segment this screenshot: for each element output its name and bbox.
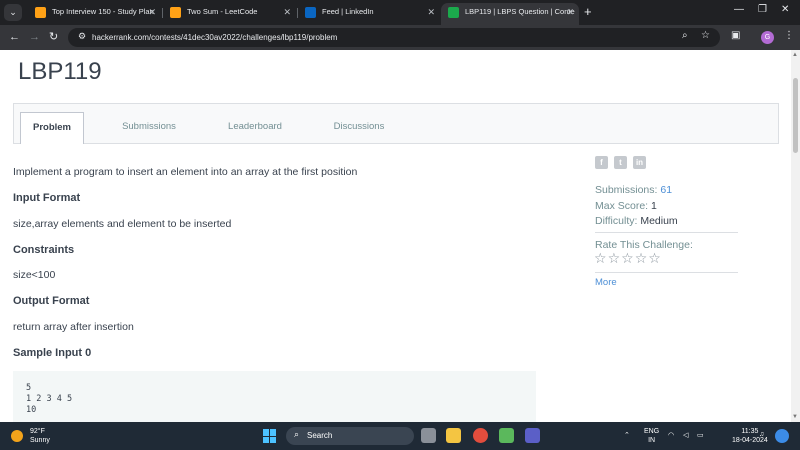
- star-icon[interactable]: ☆: [608, 250, 622, 266]
- windows-taskbar: 92°F Sunny ⌕ Search ⌃ ENG IN ◠ ◁ ▭ 11:35…: [0, 422, 800, 450]
- weather-widget[interactable]: 92°F Sunny: [30, 427, 50, 445]
- notification-bell-icon[interactable]: ♫: [759, 430, 764, 439]
- more-link[interactable]: More: [595, 277, 617, 288]
- problem-statement: Implement a program to insert an element…: [13, 166, 358, 178]
- forward-arrow-icon[interactable]: →: [29, 29, 40, 45]
- weather-condition-text: Sunny: [30, 437, 50, 444]
- tab-title: Two Sum - LeetCode: [187, 7, 258, 16]
- close-tab-icon[interactable]: ✕: [148, 3, 156, 21]
- star-icon[interactable]: ☆: [635, 250, 649, 266]
- input-format-text: size,array elements and element to be in…: [13, 218, 232, 230]
- language-text: ENG: [644, 428, 660, 435]
- star-icon[interactable]: ☆: [594, 250, 608, 266]
- output-format-text: return array after insertion: [13, 321, 134, 333]
- sample-input-code: 5 1 2 3 4 5 10: [26, 383, 73, 415]
- scroll-thumb[interactable]: [793, 78, 798, 153]
- search-icon: ⌕: [294, 429, 300, 439]
- url-text[interactable]: hackerrank.com/contests/41dec30av2022/ch…: [92, 31, 337, 44]
- page-scrollbar[interactable]: ▲ ▼: [791, 50, 800, 422]
- challenge-title: LBP119: [18, 58, 102, 85]
- teams-icon[interactable]: [525, 428, 540, 443]
- new-tab-button[interactable]: +: [584, 3, 592, 21]
- store-app-icon[interactable]: [499, 428, 514, 443]
- search-label: Search: [307, 431, 333, 440]
- difficulty-stat: Difficulty: Medium: [595, 215, 678, 227]
- browser-tab-study-plan[interactable]: Top Interview 150 - Study Plan ✕: [28, 3, 161, 25]
- close-tab-icon[interactable]: ✕: [566, 3, 574, 21]
- browser-tab-two-sum[interactable]: Two Sum - LeetCode ✕: [163, 3, 296, 25]
- tab-title: Top Interview 150 - Study Plan: [52, 7, 154, 16]
- facebook-icon[interactable]: f: [595, 156, 608, 169]
- max-score-value: 1: [651, 200, 657, 212]
- tab-leaderboard[interactable]: Leaderboard: [216, 112, 294, 144]
- browser-tab-strip: ⌄ Top Interview 150 - Study Plan ✕ Two S…: [0, 0, 800, 25]
- sun-weather-icon[interactable]: [11, 430, 23, 442]
- language-indicator[interactable]: ENG IN: [644, 427, 659, 445]
- zoom-search-icon[interactable]: ⌕: [682, 30, 688, 41]
- file-explorer-icon[interactable]: [446, 428, 461, 443]
- linkedin-icon[interactable]: in: [633, 156, 646, 169]
- browser-toolbar: ← → ↻ ⚙ hackerrank.com/contests/41dec30a…: [0, 25, 800, 50]
- scroll-down-arrow-icon[interactable]: ▼: [792, 414, 798, 420]
- page-content: LBP119 Problem Submissions Leaderboard D…: [0, 50, 800, 422]
- close-window-icon[interactable]: ✕: [781, 4, 789, 15]
- copilot-icon[interactable]: [775, 429, 789, 443]
- battery-icon[interactable]: ▭: [697, 431, 704, 440]
- submissions-label: Submissions:: [595, 184, 658, 196]
- temperature-text: 92°F: [30, 428, 45, 435]
- profile-avatar[interactable]: G: [761, 31, 774, 44]
- difficulty-label: Difficulty:: [595, 215, 638, 227]
- back-arrow-icon[interactable]: ←: [9, 29, 20, 45]
- site-info-icon[interactable]: ⚙: [78, 31, 86, 42]
- task-view-icon[interactable]: [421, 428, 436, 443]
- chrome-icon[interactable]: [473, 428, 488, 443]
- restore-window-icon[interactable]: ❐: [758, 4, 767, 15]
- tab-search-button[interactable]: ⌄: [4, 4, 22, 21]
- taskbar-search[interactable]: ⌕ Search: [286, 427, 414, 445]
- submissions-count-link[interactable]: 61: [660, 184, 672, 196]
- hackerrank-favicon-icon: [448, 7, 459, 18]
- constraints-text: size<100: [13, 269, 56, 281]
- sample-input-heading: Sample Input 0: [13, 347, 92, 359]
- challenge-tabs: Problem Submissions Leaderboard Discussi…: [13, 103, 779, 144]
- submissions-stat: Submissions: 61: [595, 184, 672, 196]
- max-score-label: Max Score:: [595, 200, 649, 212]
- wifi-icon[interactable]: ◠: [668, 431, 674, 440]
- close-tab-icon[interactable]: ✕: [427, 3, 435, 21]
- constraints-heading: Constraints: [13, 244, 75, 256]
- reload-icon[interactable]: ↻: [49, 29, 58, 45]
- leetcode-favicon-icon: [35, 7, 46, 18]
- scroll-up-arrow-icon[interactable]: ▲: [792, 52, 798, 58]
- close-tab-icon[interactable]: ✕: [283, 3, 291, 21]
- sidebar-divider: [595, 232, 738, 233]
- sample-input-block: 5 1 2 3 4 5 10: [13, 371, 536, 422]
- show-hidden-icons-chevron-icon[interactable]: ⌃: [624, 431, 630, 440]
- minimize-window-icon[interactable]: —: [734, 4, 744, 15]
- twitter-icon[interactable]: t: [614, 156, 627, 169]
- tab-discussions[interactable]: Discussions: [320, 112, 398, 144]
- windows-start-icon[interactable]: [263, 429, 277, 443]
- tab-submissions[interactable]: Submissions: [110, 112, 188, 144]
- sidebar-divider: [595, 272, 738, 273]
- bookmark-star-icon[interactable]: ☆: [701, 30, 710, 41]
- menu-kebab-icon[interactable]: ⋮: [784, 30, 794, 41]
- tab-problem[interactable]: Problem: [20, 112, 84, 144]
- browser-tab-linkedin[interactable]: Feed | LinkedIn ✕: [298, 3, 440, 25]
- star-icon[interactable]: ☆: [648, 250, 662, 266]
- output-format-heading: Output Format: [13, 295, 90, 307]
- volume-icon[interactable]: ◁: [683, 431, 688, 440]
- leetcode-favicon-icon: [170, 7, 181, 18]
- address-bar[interactable]: ⚙ hackerrank.com/contests/41dec30av2022/…: [68, 28, 720, 47]
- input-format-heading: Input Format: [13, 192, 81, 204]
- extensions-icon[interactable]: ▣: [731, 30, 740, 41]
- tab-title: Feed | LinkedIn: [322, 7, 374, 16]
- browser-tab-lbp119[interactable]: LBP119 | LBPS Question | Conte ✕: [441, 3, 579, 25]
- linkedin-favicon-icon: [305, 7, 316, 18]
- difficulty-value: Medium: [640, 215, 678, 227]
- region-text: IN: [648, 437, 656, 444]
- max-score-stat: Max Score: 1: [595, 200, 657, 212]
- star-icon[interactable]: ☆: [621, 250, 635, 266]
- tab-title: LBP119 | LBPS Question | Conte: [465, 7, 575, 16]
- rating-stars: ☆☆☆☆☆: [594, 250, 662, 267]
